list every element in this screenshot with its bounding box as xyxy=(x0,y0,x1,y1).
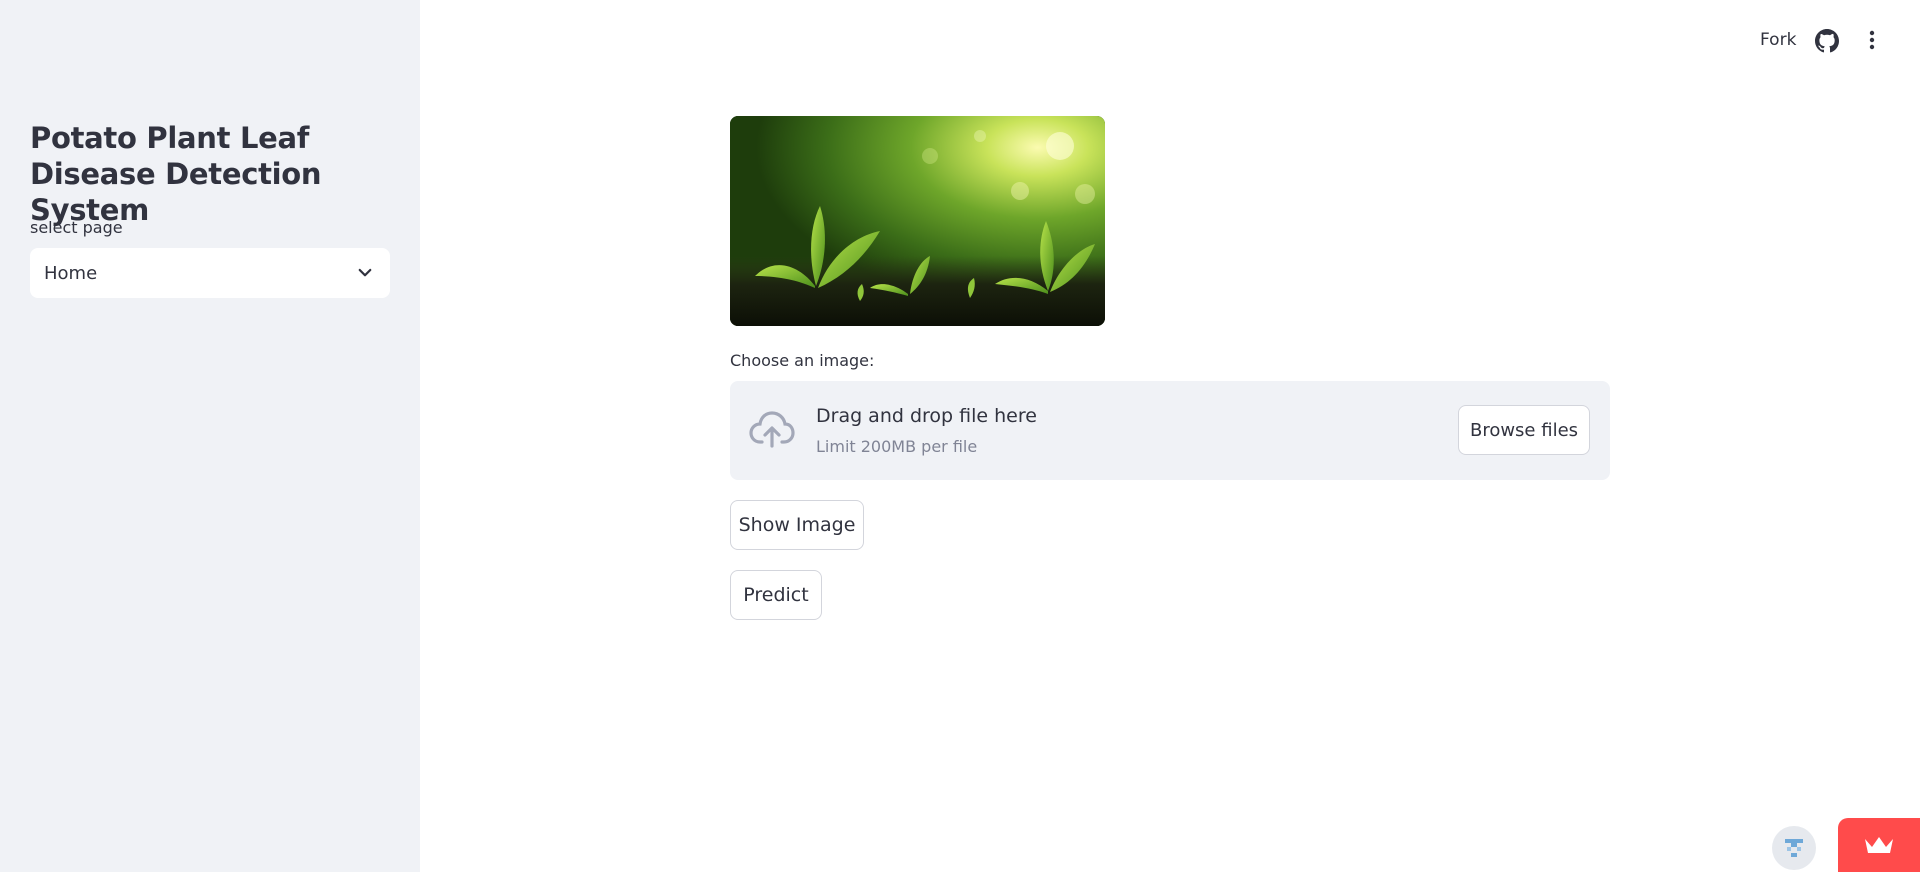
sidebar: Potato Plant Leaf Disease Detection Syst… xyxy=(0,0,420,872)
select-page-value: Home xyxy=(44,262,98,284)
select-page-dropdown[interactable]: Home xyxy=(30,248,390,298)
more-vertical-icon[interactable] xyxy=(1862,29,1882,53)
fork-button[interactable]: Fork xyxy=(1760,30,1796,50)
dropzone-limit: Limit 200MB per file xyxy=(816,437,978,456)
sidebar-title: Potato Plant Leaf Disease Detection Syst… xyxy=(30,121,322,227)
predict-button[interactable]: Predict xyxy=(730,570,822,620)
dropzone-title: Drag and drop file here xyxy=(816,405,1037,427)
file-dropzone[interactable]: Drag and drop file here Limit 200MB per … xyxy=(730,381,1610,480)
avatar[interactable] xyxy=(1772,826,1816,870)
github-icon[interactable] xyxy=(1815,29,1839,53)
cloud-upload-icon xyxy=(748,408,796,452)
select-page-label: select page xyxy=(30,218,123,237)
chevron-down-icon xyxy=(356,264,374,282)
browse-files-button[interactable]: Browse files xyxy=(1458,405,1590,455)
uploader-label: Choose an image: xyxy=(730,351,875,370)
show-image-button[interactable]: Show Image xyxy=(730,500,864,550)
plant-seedlings-image xyxy=(730,116,1105,326)
streamlit-crown-icon[interactable] xyxy=(1838,818,1920,872)
